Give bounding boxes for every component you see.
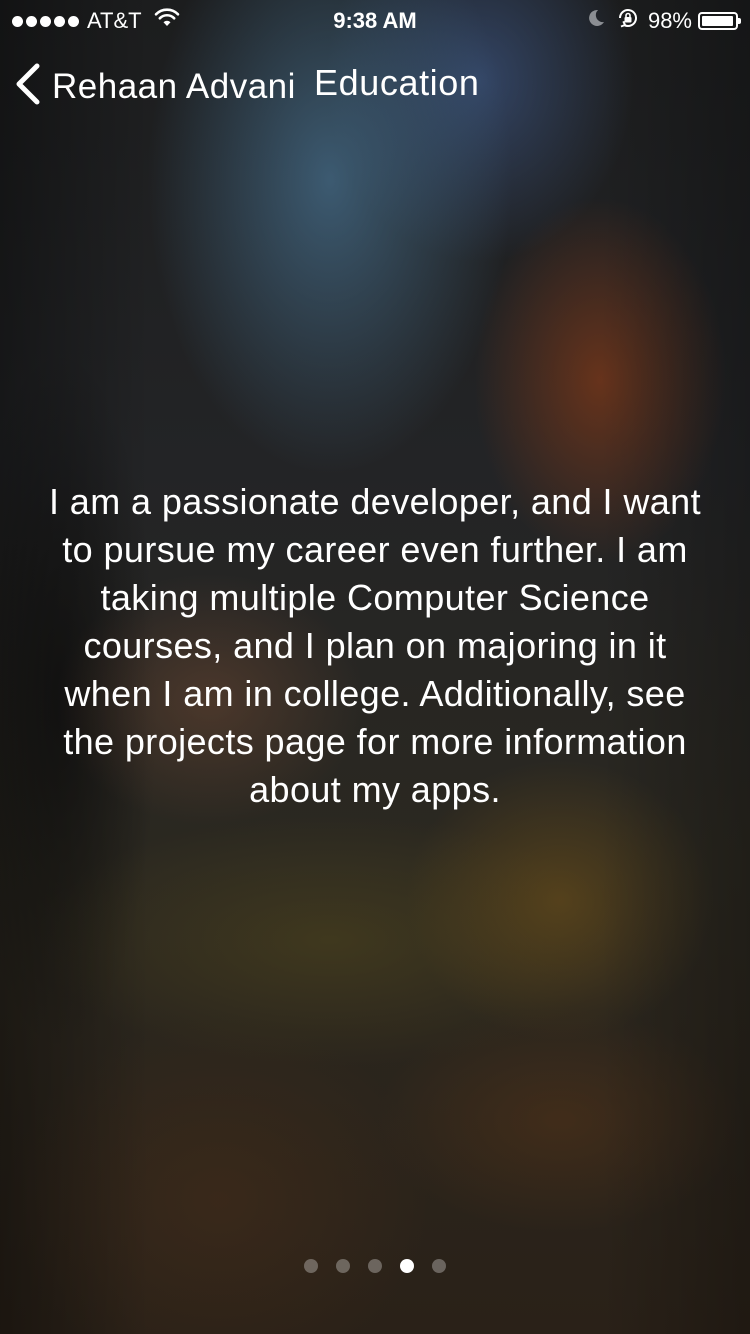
battery-percent: 98% — [647, 8, 692, 33]
moon-icon — [586, 8, 606, 34]
page-title: Education — [314, 62, 480, 103]
status-bar: AT&T 9:38 AM 98% — [0, 0, 750, 40]
chevron-left-icon — [14, 62, 42, 111]
page-control[interactable] — [0, 1259, 750, 1273]
back-button[interactable]: Rehaan Advani — [14, 62, 296, 111]
page-dot[interactable] — [336, 1259, 350, 1273]
page-dot[interactable] — [368, 1259, 382, 1273]
screen: AT&T 9:38 AM 98% Rehaan Advani Education… — [0, 0, 750, 1334]
battery-fill — [702, 16, 734, 26]
battery-tip — [738, 18, 741, 24]
education-description: I am a passionate developer, and I want … — [48, 481, 702, 810]
page-dot-active[interactable] — [400, 1259, 414, 1273]
rotation-lock-icon — [616, 6, 640, 36]
page-dot[interactable] — [432, 1259, 446, 1273]
status-right: 98% — [586, 6, 741, 36]
navigation-bar: Rehaan Advani Education — [0, 52, 750, 116]
battery-icon — [698, 12, 741, 30]
back-button-label: Rehaan Advani — [52, 66, 296, 106]
page-dot[interactable] — [304, 1259, 318, 1273]
